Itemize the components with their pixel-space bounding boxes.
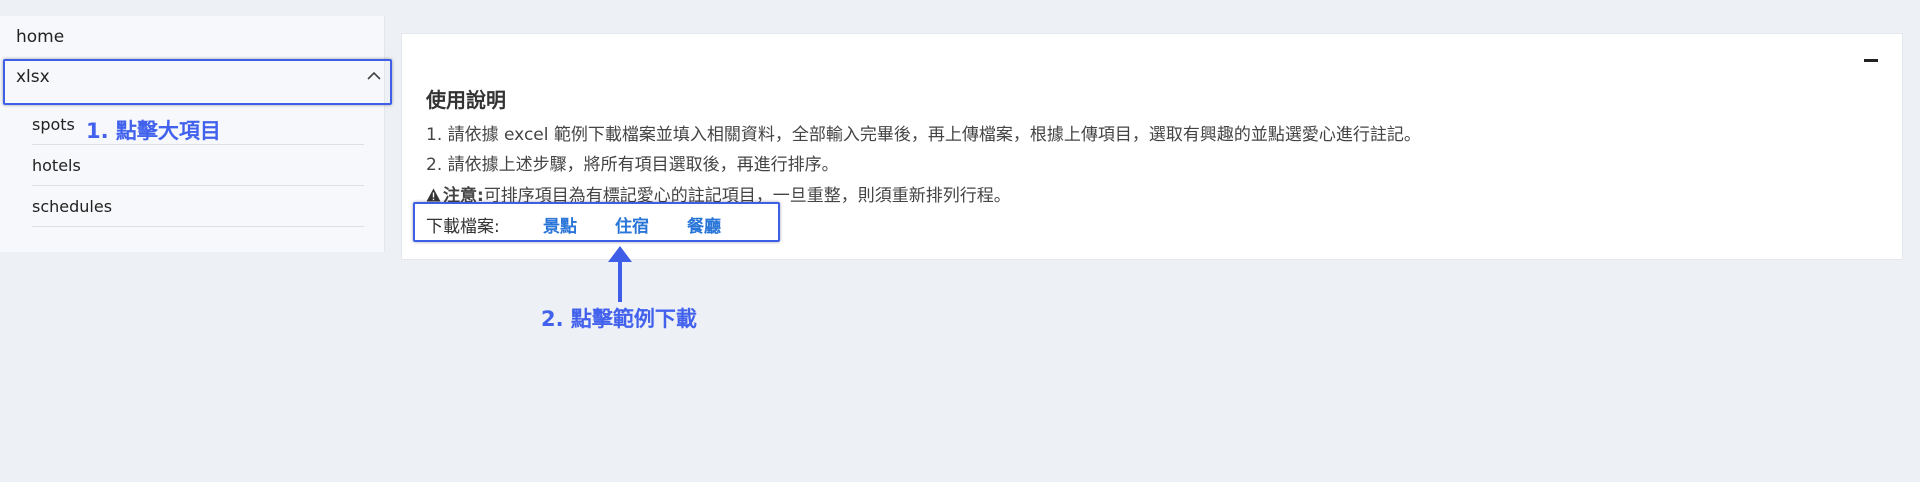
annotation-box-xlsx [3, 59, 392, 105]
nav-subitem-hotels[interactable]: hotels [32, 156, 364, 186]
arrow-up-icon [608, 246, 632, 302]
annotation-step2: 2. 點擊範例下載 [541, 307, 697, 331]
minus-icon[interactable] [1864, 59, 1878, 63]
annotation-box-download [413, 202, 780, 242]
instruction-line-2: 2. 請依據上述步驟，將所有項目選取後，再進行排序。 [426, 155, 839, 175]
instruction-line-1: 1. 請依據 excel 範例下載檔案並填入相關資料，全部輸入完畢後，再上傳檔案… [426, 125, 1421, 145]
annotation-step1: 1. 點擊大項目 [86, 119, 221, 143]
warning-triangle-icon [426, 188, 441, 202]
nav-item-home[interactable]: home [16, 27, 64, 47]
nav-subitem-schedules[interactable]: schedules [32, 197, 364, 227]
card-title: 使用說明 [426, 88, 506, 112]
